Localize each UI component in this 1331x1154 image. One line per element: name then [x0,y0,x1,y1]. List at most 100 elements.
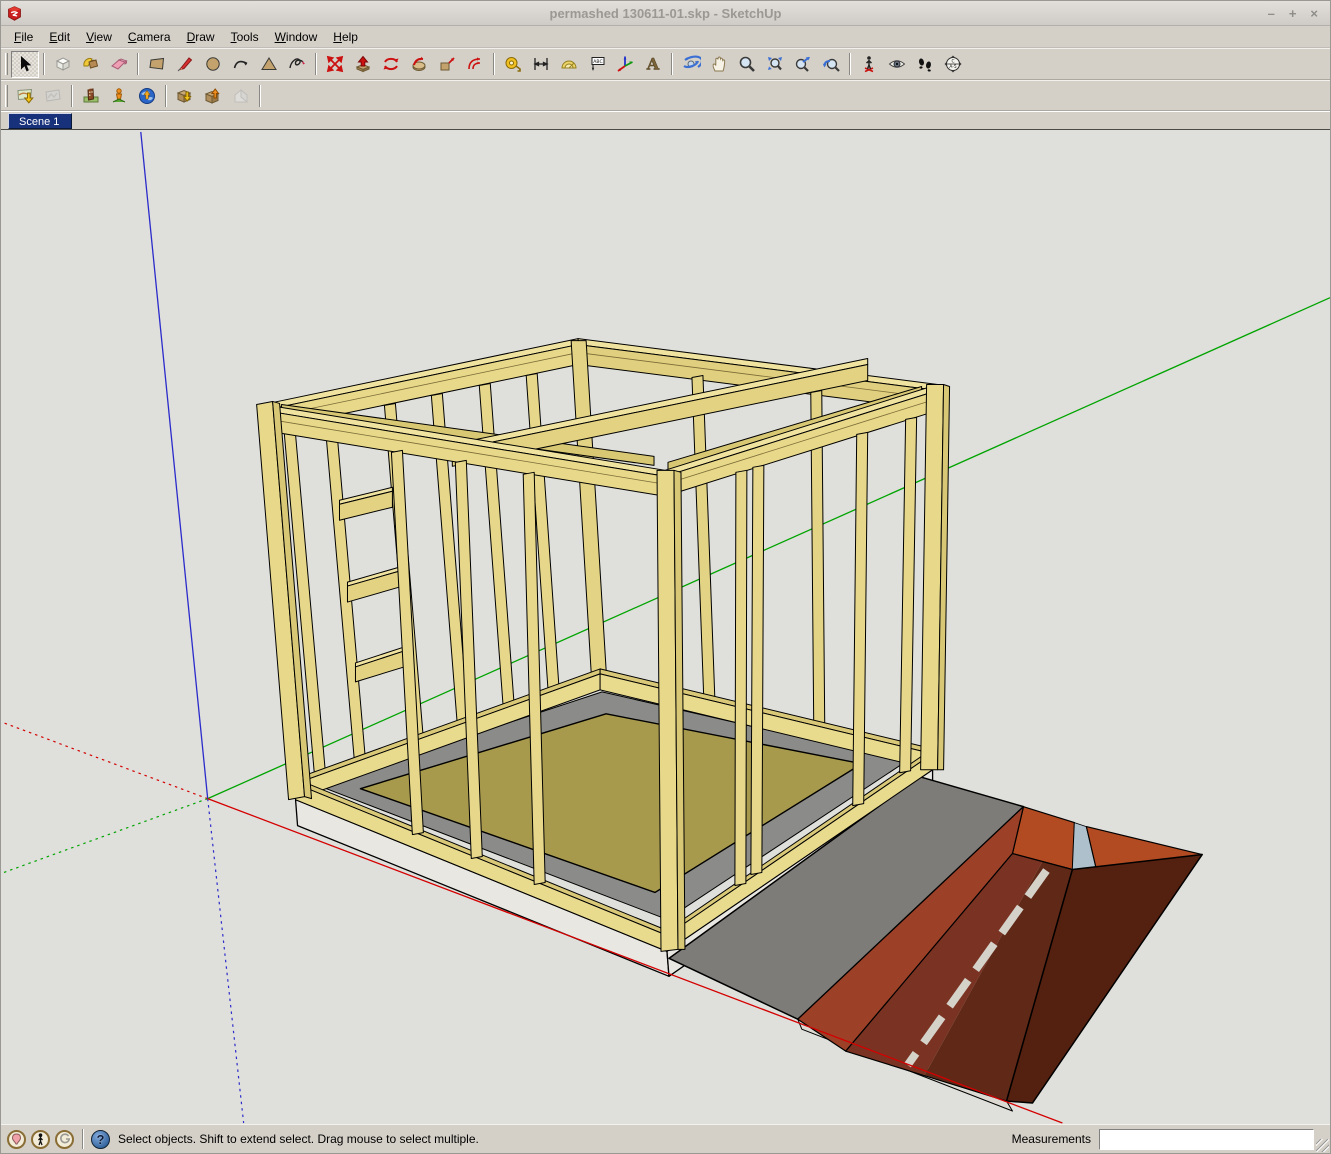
look-around-button[interactable] [883,51,911,78]
add-location-button[interactable] [11,82,39,109]
help-icon[interactable]: ? [91,1130,110,1149]
section-plane-button[interactable]: CA-5 [939,51,967,78]
toolbar-separator [137,53,139,75]
add-location-icon [15,86,35,106]
tape-measure-button[interactable] [499,51,527,78]
protractor-tool-button[interactable] [555,51,583,78]
viewport-canvas[interactable] [1,130,1330,1124]
toolbar-separator [43,53,45,75]
pan-tool-button[interactable] [705,51,733,78]
menu-window[interactable]: Window [268,28,325,46]
menu-edit[interactable]: Edit [42,28,77,46]
status-icon-location[interactable] [7,1130,26,1149]
menu-file[interactable]: File [7,28,40,46]
move-tool-button[interactable] [321,51,349,78]
scene-tab-strip: Scene 1 [1,111,1330,130]
preview-in-google-earth-button[interactable] [105,82,133,109]
menu-draw[interactable]: Draw [180,28,222,46]
g-ring-icon [59,1133,71,1145]
paint-bucket-icon [81,54,101,74]
get-models-button[interactable] [171,82,199,109]
menu-camera[interactable]: Camera [121,28,178,46]
dimension-icon [531,54,551,74]
google-earth-button[interactable] [133,82,161,109]
position-camera-button[interactable] [855,51,883,78]
share-component-button[interactable] [227,82,255,109]
follow-me-tool-button[interactable] [405,51,433,78]
arc-tool-button[interactable] [227,51,255,78]
share-model-icon [203,86,223,106]
toolbar-separator [165,85,167,107]
3d-text-tool-button[interactable]: A [639,51,667,78]
rotate-tool-button[interactable] [377,51,405,78]
rectangle-tool-button[interactable] [143,51,171,78]
toggle-terrain-button[interactable] [39,82,67,109]
zoom-previous-icon [821,54,841,74]
get-models-icon [175,86,195,106]
scale-tool-button[interactable] [433,51,461,78]
orbit-icon [681,54,701,74]
scale-icon [437,54,457,74]
toolbar-google [1,80,1330,111]
photo-textures-button[interactable] [77,82,105,109]
modeling-viewport[interactable] [1,130,1330,1124]
push-pull-tool-button[interactable] [349,51,377,78]
preview-earth-icon [109,86,129,106]
freehand-icon [287,54,307,74]
menu-view[interactable]: View [79,28,119,46]
toolbar-grip[interactable] [5,85,8,107]
svg-text:ABC: ABC [593,59,602,65]
tape-measure-icon [503,54,523,74]
location-balloon-icon [11,1133,22,1146]
push-pull-icon [353,54,373,74]
pan-hand-icon [709,54,729,74]
minimize-button[interactable]: – [1268,1,1275,26]
axes-tool-button[interactable] [611,51,639,78]
freehand-tool-button[interactable] [283,51,311,78]
line-tool-button[interactable] [171,51,199,78]
circle-tool-button[interactable] [199,51,227,78]
eraser-icon [109,54,129,74]
circle-icon [203,54,223,74]
scene-tab-1[interactable]: Scene 1 [8,113,72,129]
zoom-extents-button[interactable] [789,51,817,78]
maximize-button[interactable]: + [1289,1,1297,26]
zoom-previous-button[interactable] [817,51,845,78]
menu-tools[interactable]: Tools [224,28,266,46]
line-pencil-icon [175,54,195,74]
walk-tool-button[interactable] [911,51,939,78]
dimension-tool-button[interactable] [527,51,555,78]
menu-bar: File Edit View Camera Draw Tools Window … [1,26,1330,48]
toolbar-grip[interactable] [5,53,8,75]
make-component-icon [53,54,73,74]
select-tool-button[interactable] [11,51,39,78]
status-bar: ? Select objects. Shift to extend select… [1,1124,1330,1153]
paint-bucket-button[interactable] [77,51,105,78]
offset-tool-button[interactable] [461,51,489,78]
toolbar-separator [71,85,73,107]
menu-help[interactable]: Help [326,28,365,46]
zoom-tool-button[interactable] [733,51,761,78]
window-resize-grip[interactable] [1316,1139,1329,1152]
toolbar-separator [671,53,673,75]
status-hint-text: Select objects. Shift to extend select. … [118,1132,479,1146]
status-icon-person[interactable] [31,1130,50,1149]
toolbar-separator [849,53,851,75]
make-component-button[interactable] [49,51,77,78]
zoom-window-button[interactable] [761,51,789,78]
section-plane-icon: CA-5 [943,54,963,74]
close-button[interactable]: × [1310,1,1318,26]
look-around-eye-icon [887,54,907,74]
status-icon-credit[interactable] [55,1130,74,1149]
svg-text:A-5: A-5 [949,64,956,70]
eraser-button[interactable] [105,51,133,78]
measurements-input[interactable] [1099,1129,1314,1150]
title-bar[interactable]: permashed 130611-01.skp - SketchUp – + × [1,1,1330,26]
polygon-tool-button[interactable] [255,51,283,78]
share-model-button[interactable] [199,82,227,109]
toolbar-main: ABC A CA-5 [1,48,1330,80]
text-tool-button[interactable]: ABC [583,51,611,78]
person-icon [36,1133,45,1146]
svg-text:A: A [646,55,660,74]
orbit-tool-button[interactable] [677,51,705,78]
